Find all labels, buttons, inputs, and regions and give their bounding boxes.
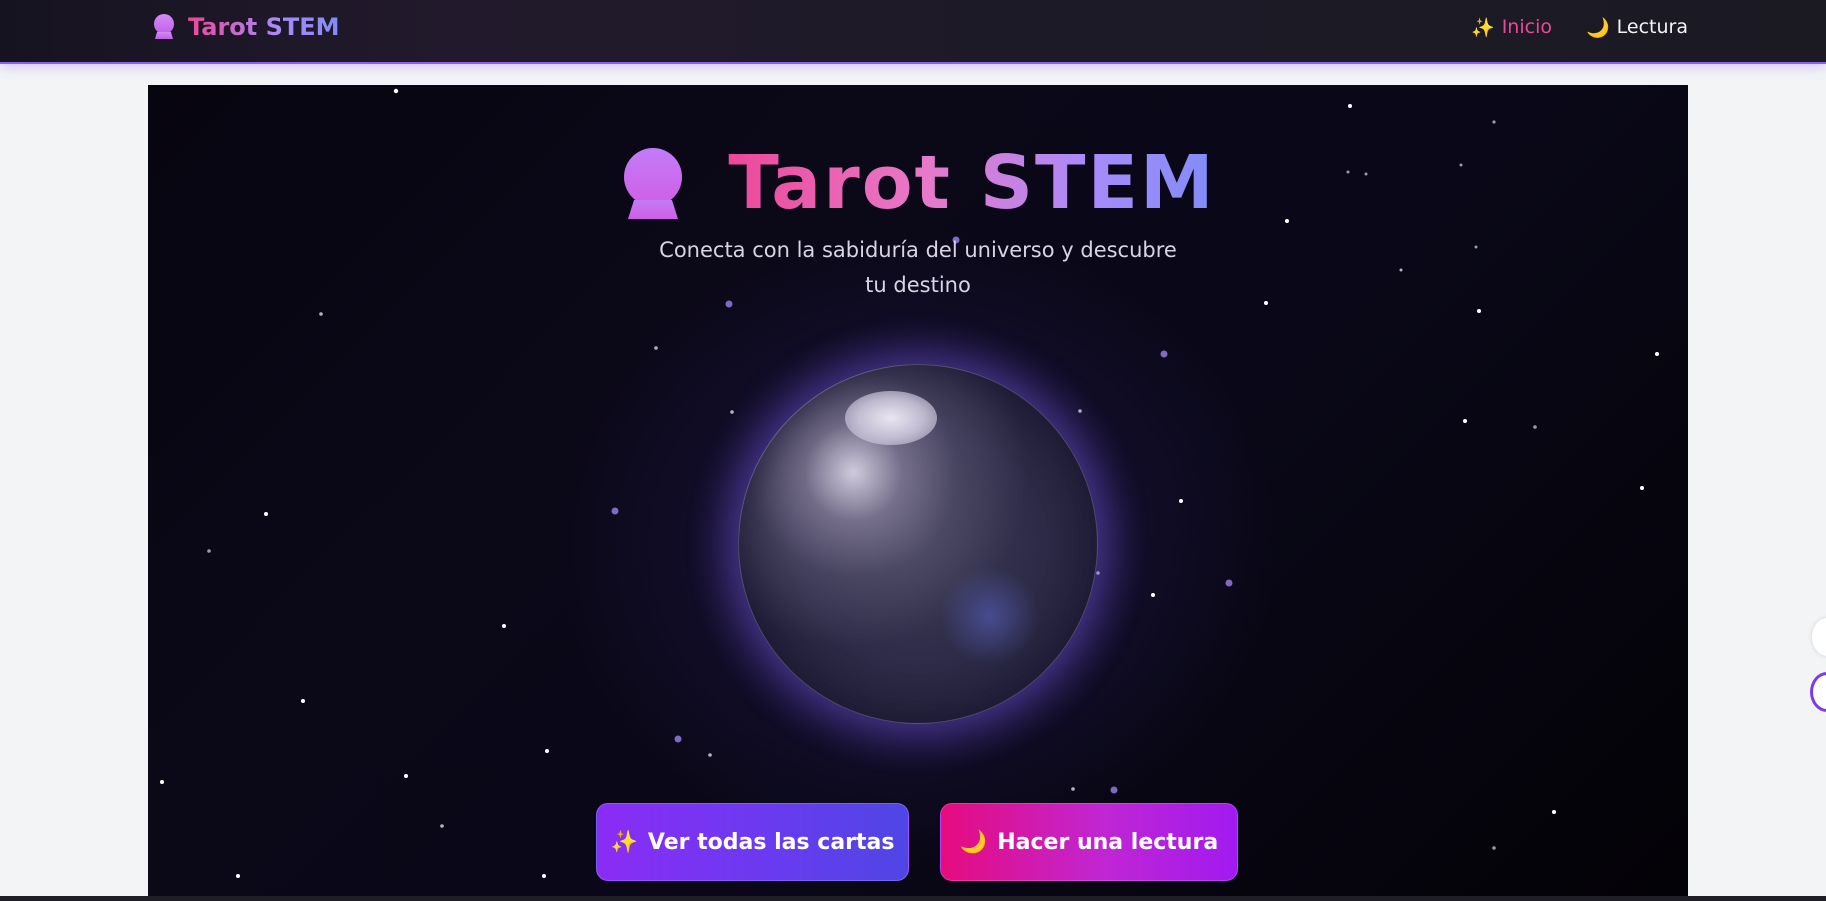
- orb-highlight: [845, 391, 937, 445]
- nav-link-label: Inicio: [1501, 16, 1552, 38]
- crystal-ball-icon: [154, 14, 174, 39]
- window-bottom-edge: [0, 896, 1826, 901]
- floating-widget-button[interactable]: [1812, 618, 1826, 656]
- sparkles-icon: ✨: [610, 829, 638, 855]
- crystal-ball-icon: [624, 147, 683, 219]
- view-all-cards-button[interactable]: ✨ Ver todas las cartas: [596, 803, 909, 881]
- crescent-moon-icon: 🌙: [959, 829, 988, 855]
- do-reading-button[interactable]: 🌙 Hacer una lectura: [940, 803, 1238, 881]
- brand-logo-link[interactable]: Tarot STEM: [152, 12, 340, 42]
- button-label: Ver todas las cartas: [647, 829, 895, 855]
- crystal-ball-orb[interactable]: [738, 364, 1098, 724]
- brand-title: Tarot STEM: [188, 13, 340, 41]
- floating-assistant-button[interactable]: [1810, 672, 1826, 712]
- hero-title-row: Tarot STEM: [148, 140, 1688, 226]
- button-label: Hacer una lectura: [997, 829, 1219, 855]
- nav-link-lectura[interactable]: 🌙 Lectura: [1586, 16, 1688, 39]
- hero-section: Tarot STEM Conecta con la sabiduría del …: [148, 85, 1688, 896]
- hero-actions: ✨ Ver todas las cartas 🌙 Hacer una lectu…: [596, 803, 1238, 881]
- nav-links: ✨ Inicio 🌙 Lectura: [1471, 13, 1688, 41]
- sparkles-icon: ✨: [1471, 16, 1495, 39]
- hero-title: Tarot STEM: [728, 140, 1216, 226]
- nav-link-label: Lectura: [1616, 16, 1688, 38]
- hero-subtitle: Conecta con la sabiduría del universo y …: [659, 238, 1177, 297]
- nav-link-inicio[interactable]: ✨ Inicio: [1471, 16, 1552, 39]
- navbar: Tarot STEM ✨ Inicio 🌙 Lectura: [0, 0, 1826, 64]
- crescent-moon-icon: 🌙: [1585, 16, 1610, 39]
